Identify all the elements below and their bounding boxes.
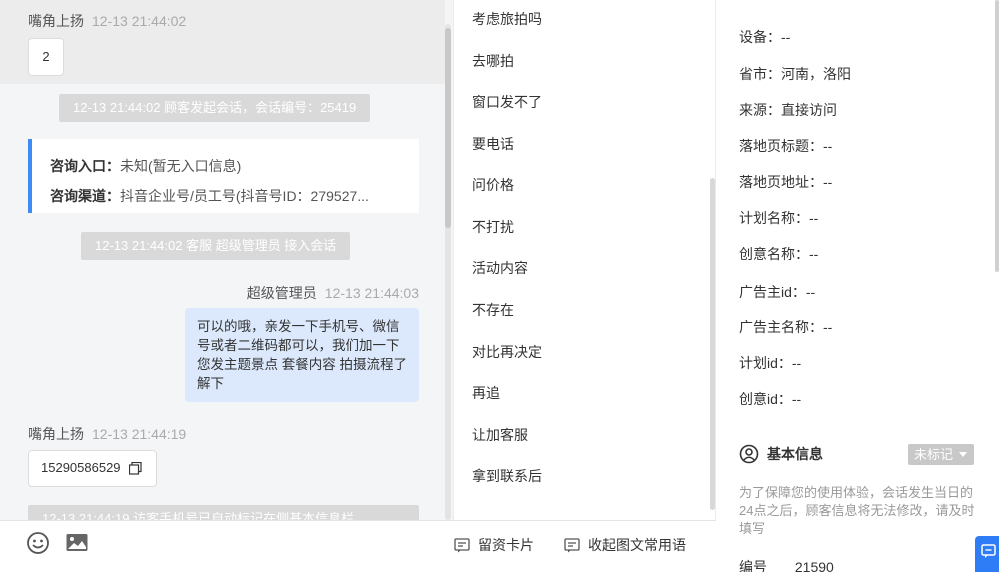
info-row-creative-id: 创意id：-- [739,391,802,407]
info-row-creative-name: 创意名称：-- [739,246,819,262]
info-row-device: 设备：-- [739,29,791,45]
system-message: 12-13 21:44:02 顾客发起会话，会话编号：25419 [59,94,371,122]
phrase-item[interactable]: 问价格 [472,175,514,195]
info-row-landing-url: 落地页地址：-- [739,174,833,190]
phrase-scrollbar[interactable] [710,178,715,510]
consult-entry-row: 咨询入口：未知(暂无入口信息) [50,151,401,181]
phone-number-text: 15290586529 [41,460,121,475]
phrase-item[interactable]: 让加客服 [472,425,528,445]
lead-card-button[interactable]: 留资卡片 [454,535,534,555]
collapse-phrases-button[interactable]: 收起图文常用语 [564,535,686,555]
phrase-item[interactable]: 窗口发不了 [472,92,542,112]
info-row-id: 编号 21590 [739,557,834,572]
consult-channel-label: 咨询渠道： [50,188,120,204]
info-row-source: 来源：直接访问 [739,102,837,118]
message-sender: 嘴角上扬 12-13 21:44:02 [28,11,186,31]
message-time: 12-13 21:44:02 [92,13,187,29]
tag-dropdown[interactable]: 未标记 [908,444,974,465]
user-icon [739,444,759,464]
chat-scrollbar-thumb[interactable] [445,28,451,228]
card-icon [454,537,470,552]
chat-toolbar: 留资卡片 收起图文常用语 [0,520,716,572]
floating-chat-button[interactable] [975,536,999,572]
chat-panel: 嘴角上扬 12-13 21:44:02 2 12-13 21:44:02 顾客发起… [0,0,453,520]
info-row-plan-id: 计划id：-- [739,355,802,371]
phrase-item[interactable]: 考虑旅拍吗 [472,9,542,29]
info-row-region: 省市：河南，洛阳 [739,66,851,82]
sender-name: 嘴角上扬 [28,426,84,442]
edit-notice: 为了保障您的使用体验，会话发生当日的24点之后，顾客信息将无法修改，请及时填写 [739,485,975,536]
agent-message-bubble: 可以的哦，亲发一下手机号、微信号或者二维码都可以，我们加一下您发主题景点 套餐内… [185,308,419,402]
phrase-item[interactable]: 活动内容 [472,258,528,278]
phrase-item[interactable]: 拿到联系后 [472,466,542,486]
info-row-plan-name: 计划名称：-- [739,210,819,226]
message-time: 12-13 21:44:03 [324,285,419,301]
basic-info-title: 基本信息 [739,444,823,464]
consult-channel-value: 抖音企业号/员工号(抖音号ID：279527... [120,188,369,204]
caret-down-icon [959,452,967,457]
message-icon [564,537,580,552]
basic-info-title-text: 基本信息 [767,446,823,462]
tag-dropdown-label: 未标记 [914,447,954,462]
phrase-item[interactable]: 不存在 [472,300,514,320]
phrase-item[interactable]: 不打扰 [472,217,514,237]
info-scrollbar[interactable] [995,0,999,272]
consult-info-card: 咨询入口：未知(暂无入口信息) 咨询渠道：抖音企业号/员工号(抖音号ID：279… [28,139,419,213]
sender-name: 超级管理员 [246,285,317,301]
system-message: 12-13 21:44:02 客服 超级管理员 接入会话 [81,232,351,260]
info-row-landing-title: 落地页标题：-- [739,138,833,154]
message-bubble: 15290586529 [28,450,157,487]
system-message: 12-13 21:44:19 访客手机号已自动标记在侧基本信息栏 [28,505,419,520]
phrase-item[interactable]: 要电话 [472,134,514,154]
chat-scrollbar[interactable] [445,24,451,520]
consult-channel-row: 咨询渠道：抖音企业号/员工号(抖音号ID：279527... [50,181,401,211]
message-sender: 超级管理员 12-13 21:44:03 [247,283,419,303]
chat-bubble-icon [981,544,996,558]
emoji-icon[interactable] [26,531,50,555]
phrase-item[interactable]: 去哪拍 [472,51,514,71]
message-time: 12-13 21:44:19 [92,426,187,442]
phrase-item[interactable]: 对比再决定 [472,342,542,362]
lead-card-label: 留资卡片 [478,537,534,553]
consult-entry-label: 咨询入口： [50,158,120,174]
image-icon[interactable] [65,531,89,555]
quick-phrase-list: 考虑旅拍吗 去哪拍 窗口发不了 要电话 问价格 不打扰 活动内容 不存在 对比再… [453,0,716,520]
info-row-advertiser-id: 广告主id：-- [739,284,816,300]
info-row-advertiser-name: 广告主名称：-- [739,319,833,335]
id-label: 编号 [739,559,767,572]
copy-icon[interactable] [129,462,142,475]
consult-entry-value: 未知(暂无入口信息) [120,158,242,174]
collapse-phrases-label: 收起图文常用语 [588,537,686,553]
sender-name: 嘴角上扬 [28,13,84,29]
phrase-item[interactable]: 再追 [472,383,500,403]
visitor-info-panel: 设备：-- 省市：河南，洛阳 来源：直接访问 落地页标题：-- 落地页地址：--… [717,0,999,572]
message-sender: 嘴角上扬 12-13 21:44:19 [28,424,186,444]
id-value: 21590 [794,559,834,572]
message-bubble: 2 [28,38,64,76]
